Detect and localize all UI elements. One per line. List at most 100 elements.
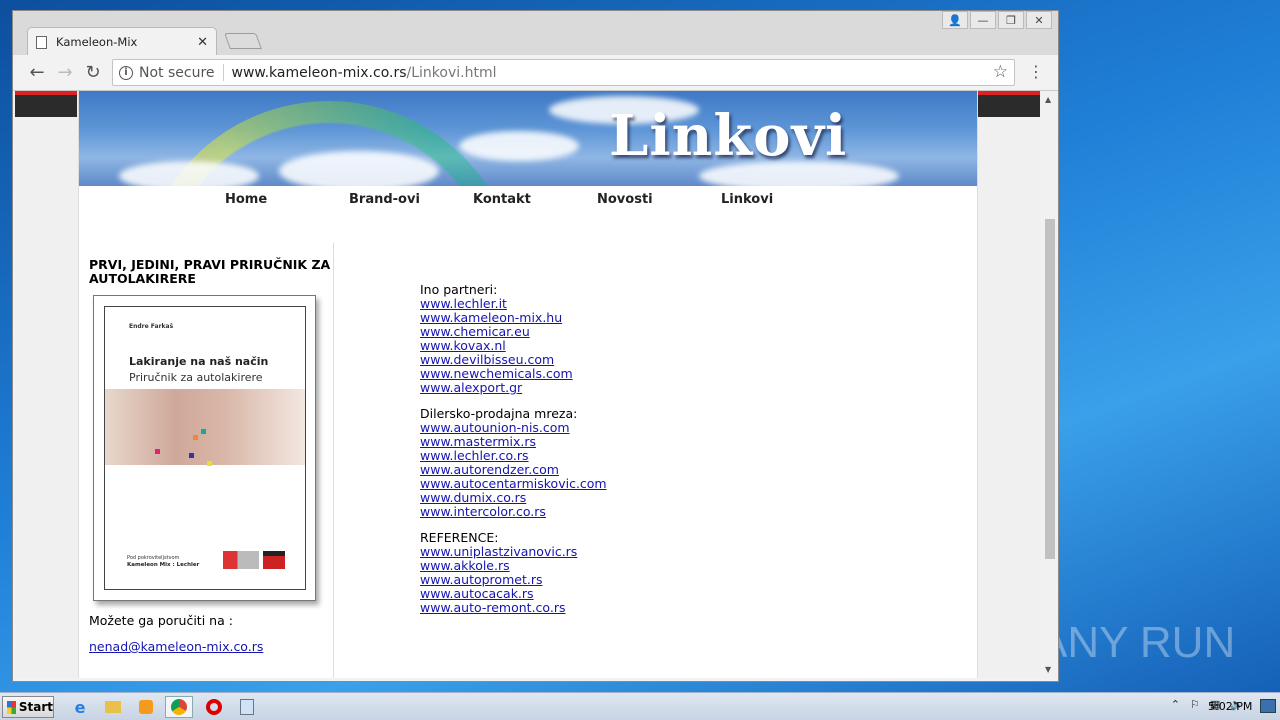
vertical-scrollbar[interactable]: ▲ ▼ <box>1042 91 1058 678</box>
browser-menu-icon[interactable]: ⋮ <box>1028 62 1044 81</box>
explorer-folder-icon[interactable] <box>99 696 127 718</box>
url-path: /Linkovi.html <box>406 64 497 81</box>
order-email-link[interactable]: nenad@kameleon-mix.co.rs <box>89 639 263 654</box>
link-group-heading: Dilersko-prodajna mreza: <box>420 406 578 421</box>
book-footer-line1: Pod pokroviteljstvom <box>127 555 180 561</box>
cloud <box>459 131 579 161</box>
media-player-icon[interactable] <box>132 696 160 718</box>
anyrun-watermark: ANY RUN <box>1038 618 1235 667</box>
partner-link[interactable]: www.alexport.gr <box>420 381 820 395</box>
profile-icon[interactable]: 👤 <box>942 11 968 29</box>
partner-link[interactable]: www.mastermix.rs <box>420 435 820 449</box>
watermark-text: ANY RUN <box>1038 618 1235 667</box>
cloud <box>279 151 439 186</box>
partner-link[interactable]: www.autounion-nis.com <box>420 421 820 435</box>
not-secure-label: Not secure <box>139 64 215 81</box>
start-button[interactable]: Start <box>2 696 54 718</box>
links-list: Ino partneri: www.lechler.it www.kameleon-… <box>420 283 820 627</box>
address-separator <box>222 64 224 81</box>
partner-link[interactable]: www.autorendzer.com <box>420 463 820 477</box>
back-arrow-icon[interactable]: ← <box>25 61 49 85</box>
tab-close-icon[interactable]: ✕ <box>197 35 208 50</box>
close-window-button[interactable]: ✕ <box>1026 11 1052 29</box>
color-dot <box>207 461 212 466</box>
lechler-logo <box>263 551 285 569</box>
left-decor-bar <box>15 91 77 117</box>
chrome-icon[interactable] <box>165 696 193 718</box>
partner-link[interactable]: www.autopromet.rs <box>420 573 820 587</box>
link-group: Ino partneri: www.lechler.it www.kameleon-… <box>420 283 820 395</box>
opera-icon[interactable] <box>200 696 228 718</box>
book-promo-heading: PRVI, JEDINI, PRAVI PRIRUČNIK ZA AUTOLAK… <box>89 257 331 286</box>
header-banner: Linkovi <box>79 91 977 186</box>
main-nav: Home Brand-ovi Kontakt Novosti Linkovi <box>79 192 977 214</box>
windows-logo-icon <box>7 700 16 714</box>
link-group: Dilersko-prodajna mreza: www.autounion-ni… <box>420 407 820 519</box>
right-decor-bar <box>978 91 1040 117</box>
forward-arrow-icon[interactable]: → <box>53 61 77 85</box>
taskbar-clock[interactable]: 5:02 PM <box>1208 700 1252 713</box>
nav-home[interactable]: Home <box>225 192 267 207</box>
book-cover: Endre Farkaš Lakiranje na naš način Prir… <box>93 295 316 601</box>
taskbar: Start e ⌃ ⚐ ▦ 🔈 5:02 PM <box>0 692 1280 720</box>
partner-link[interactable]: www.intercolor.co.rs <box>420 505 820 519</box>
page-icon <box>36 35 47 49</box>
nav-linkovi[interactable]: Linkovi <box>721 192 773 207</box>
left-column: PRVI, JEDINI, PRAVI PRIRUČNIK ZA AUTOLAK… <box>79 243 334 678</box>
banner-title: Linkovi <box>609 103 848 169</box>
color-dot <box>193 435 198 440</box>
book-footer-line2: Kameleon Mix : Lechler <box>127 562 200 568</box>
scroll-down-arrow-icon[interactable]: ▼ <box>1045 665 1051 674</box>
color-dot <box>189 453 194 458</box>
kameleon-logo <box>223 551 259 569</box>
partner-link[interactable]: www.devilbisseu.com <box>420 353 820 367</box>
partner-link[interactable]: www.newchemicals.com <box>420 367 820 381</box>
tab-kameleon-mix[interactable]: Kameleon-Mix ✕ <box>27 27 217 56</box>
cloud <box>119 161 259 186</box>
partner-link[interactable]: www.dumix.co.rs <box>420 491 820 505</box>
minimize-button[interactable]: — <box>970 11 996 29</box>
partner-link[interactable]: www.lechler.it <box>420 297 820 311</box>
tray-expand-icon[interactable]: ⌃ <box>1171 698 1180 711</box>
info-icon[interactable]: i <box>119 65 133 80</box>
color-dot <box>155 449 160 454</box>
page-content: Linkovi Home Brand-ovi Kontakt Novosti L… <box>78 91 978 678</box>
tab-title: Kameleon-Mix <box>56 35 138 49</box>
notepad-icon[interactable] <box>233 696 261 718</box>
color-dot <box>201 429 206 434</box>
partner-link[interactable]: www.autocentarmiskovic.com <box>420 477 820 491</box>
new-tab-button[interactable] <box>224 33 262 49</box>
browser-window: 👤 — ❐ ✕ Kameleon-Mix ✕ ← → ↻ i Not secur… <box>12 10 1059 682</box>
browser-toolbar: ← → ↻ i Not secure www.kameleon-mix.co.r… <box>13 55 1058 91</box>
partner-link[interactable]: www.lechler.co.rs <box>420 449 820 463</box>
book-author: Endre Farkaš <box>129 323 174 330</box>
partner-link[interactable]: www.chemicar.eu <box>420 325 820 339</box>
book-title: Lakiranje na naš način <box>129 355 269 368</box>
scroll-up-arrow-icon[interactable]: ▲ <box>1045 95 1051 104</box>
action-center-flag-icon[interactable]: ⚐ <box>1190 698 1200 711</box>
nav-kontakt[interactable]: Kontakt <box>473 192 531 207</box>
partner-link[interactable]: www.akkole.rs <box>420 559 820 573</box>
order-text: Možete ga poručiti na : <box>89 613 233 628</box>
nav-brand-ovi[interactable]: Brand-ovi <box>349 192 420 207</box>
partner-link[interactable]: www.auto-remont.co.rs <box>420 601 820 615</box>
ie-icon[interactable]: e <box>66 696 94 718</box>
nav-novosti[interactable]: Novosti <box>597 192 653 207</box>
link-group: REFERENCE: www.uniplastzivanovic.rs www.ak… <box>420 531 820 615</box>
window-controls: 👤 — ❐ ✕ <box>942 11 1052 29</box>
start-label: Start <box>18 700 53 714</box>
address-bar[interactable]: i Not secure www.kameleon-mix.co.rs /Lin… <box>112 59 1015 86</box>
book-car-image <box>105 389 305 466</box>
link-group-heading: Ino partneri: <box>420 282 498 297</box>
book-subtitle: Priručnik za autolakirere <box>129 371 263 384</box>
partner-link[interactable]: www.kovax.nl <box>420 339 820 353</box>
maximize-button[interactable]: ❐ <box>998 11 1024 29</box>
show-desktop-button[interactable] <box>1260 699 1276 713</box>
partner-link[interactable]: www.kameleon-mix.hu <box>420 311 820 325</box>
reload-icon[interactable]: ↻ <box>81 61 105 85</box>
bookmark-star-icon[interactable]: ☆ <box>993 62 1008 82</box>
link-group-heading: REFERENCE: <box>420 530 499 545</box>
partner-link[interactable]: www.autocacak.rs <box>420 587 820 601</box>
scroll-thumb[interactable] <box>1045 219 1055 559</box>
partner-link[interactable]: www.uniplastzivanovic.rs <box>420 545 820 559</box>
